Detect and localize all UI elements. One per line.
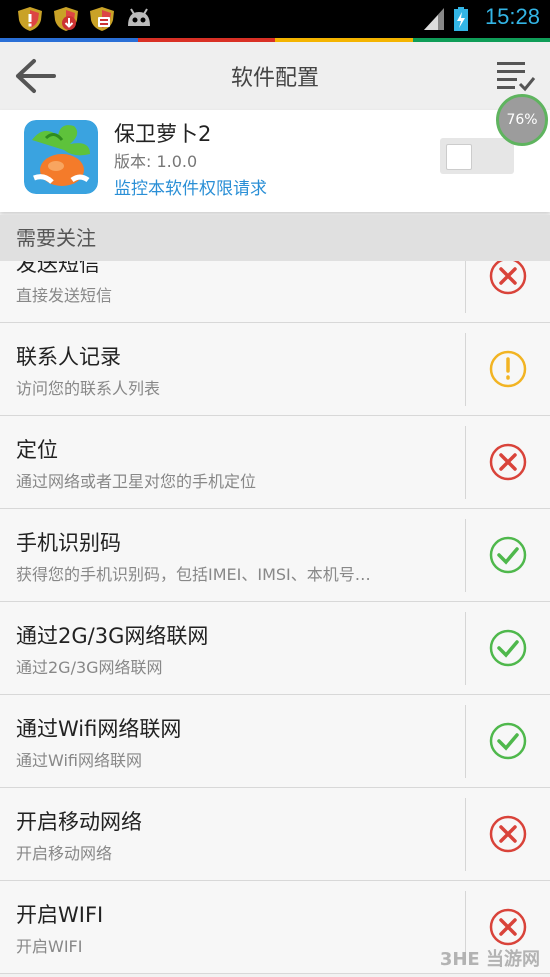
battery-charging-icon	[454, 7, 468, 31]
permission-title: 开启移动网络	[16, 810, 142, 834]
divider	[465, 519, 466, 592]
ask-exclamation-icon[interactable]	[488, 349, 528, 389]
shield-warning-icon	[18, 7, 42, 31]
shield-block-icon	[90, 7, 114, 31]
permission-title: 定位	[16, 438, 58, 462]
monitor-permissions-link[interactable]: 监控本软件权限请求	[114, 174, 267, 199]
monitor-toggle[interactable]	[440, 138, 514, 174]
allow-check-icon[interactable]	[488, 628, 528, 668]
permission-row[interactable]: 发送短信直接发送短信	[0, 261, 550, 323]
divider	[465, 261, 466, 313]
allow-check-icon[interactable]	[488, 535, 528, 575]
clock: 15:28	[484, 4, 540, 29]
permission-list[interactable]: 发送短信直接发送短信联系人记录访问您的联系人列表定位通过网络或者卫星对您的手机定…	[0, 261, 550, 977]
app-name: 保卫萝卜2	[114, 122, 212, 146]
screen: 15:28 软件配置 保卫萝卜2 版本: 1.0.0 监控本软件权限请求 76%…	[0, 0, 550, 977]
progress-badge: 76%	[496, 94, 548, 146]
signal-icon	[424, 8, 444, 30]
permission-row[interactable]: 通过Wifi网络联网 通过Wifi网络联网	[0, 695, 550, 788]
permission-description: 通过网络或者卫星对您的手机定位	[16, 472, 257, 491]
watermark: 3HE 当游网	[439, 949, 540, 970]
permission-title: 联系人记录	[16, 345, 121, 369]
permission-title: 开启WIFI	[16, 903, 104, 927]
permission-row[interactable]: 通过2G/3G网络联网 通过2G/3G网络联网	[0, 602, 550, 695]
status-bar: 15:28	[0, 0, 550, 38]
permission-title: 发送短信	[16, 261, 100, 276]
section-header: 需要关注	[0, 215, 550, 261]
permission-title: 通过Wifi网络联网	[16, 717, 182, 741]
allow-check-icon[interactable]	[488, 721, 528, 761]
permission-description: 开启移动网络	[16, 844, 113, 863]
app-icon	[24, 120, 98, 194]
permission-row[interactable]: 联系人记录访问您的联系人列表	[0, 323, 550, 416]
permission-description: 通过Wifi网络联网	[16, 751, 142, 770]
carrot-game-icon	[24, 120, 98, 194]
action-bar: 软件配置	[0, 42, 550, 111]
divider	[465, 612, 466, 685]
permission-row[interactable]: 开启移动网络 开启移动网络	[0, 788, 550, 881]
permission-description: 访问您的联系人列表	[16, 379, 161, 398]
permission-description: 获得您的手机识别码，包括IMEI、IMSI、本机号…	[16, 565, 371, 584]
divider	[465, 333, 466, 406]
android-robot-icon	[128, 8, 150, 26]
divider	[465, 426, 466, 499]
app-version: 版本: 1.0.0	[114, 152, 198, 171]
permission-description: 开启WIFI	[16, 937, 83, 956]
deny-x-icon[interactable]	[488, 907, 528, 947]
permission-description: 通过2G/3G网络联网	[16, 658, 163, 677]
permission-list-inner: 发送短信直接发送短信联系人记录访问您的联系人列表定位通过网络或者卫星对您的手机定…	[0, 261, 550, 974]
permission-row[interactable]: 手机识别码获得您的手机识别码，包括IMEI、IMSI、本机号…	[0, 509, 550, 602]
page-title: 软件配置	[230, 66, 319, 91]
divider	[465, 798, 466, 871]
permission-row[interactable]: 定位通过网络或者卫星对您的手机定位	[0, 416, 550, 509]
divider	[465, 705, 466, 778]
checklist-menu-icon[interactable]	[494, 56, 538, 96]
shield-download-icon	[54, 7, 78, 31]
deny-x-icon[interactable]	[488, 261, 528, 296]
permission-title: 手机识别码	[16, 531, 121, 555]
permission-description: 直接发送短信	[16, 286, 113, 305]
toggle-knob	[446, 144, 472, 170]
deny-x-icon[interactable]	[488, 442, 528, 482]
permission-title: 通过2G/3G网络联网	[16, 624, 209, 648]
deny-x-icon[interactable]	[488, 814, 528, 854]
